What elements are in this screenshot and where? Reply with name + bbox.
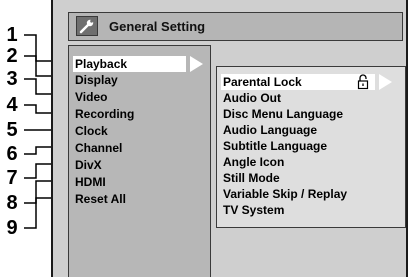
arrow-right-icon — [379, 74, 392, 90]
submenu-item-subtitle-language[interactable]: Subtitle Language — [221, 138, 327, 154]
tv-screen: General Setting Playback Display Video R… — [51, 0, 408, 277]
submenu-item-angle-icon[interactable]: Angle Icon — [221, 154, 284, 170]
callout-5: 5 — [6, 119, 18, 141]
submenu-item-audio-out[interactable]: Audio Out — [221, 90, 281, 106]
menu-item-recording[interactable]: Recording — [73, 106, 134, 122]
callout-4: 4 — [6, 94, 18, 116]
menu-item-playback[interactable]: Playback — [73, 56, 186, 72]
menu-item-divx[interactable]: DivX — [73, 157, 102, 173]
menu-item-hdmi[interactable]: HDMI — [73, 174, 106, 190]
callout-8: 8 — [6, 192, 18, 214]
submenu-item-audio-language[interactable]: Audio Language — [221, 122, 317, 138]
menu-item-clock[interactable]: Clock — [73, 123, 108, 139]
callout-6: 6 — [6, 143, 18, 165]
menu-item-display[interactable]: Display — [73, 72, 118, 88]
menu-item-reset-all[interactable]: Reset All — [73, 191, 126, 207]
submenu: Parental Lock Audio Out Disc Menu Langua… — [216, 66, 406, 228]
main-menu: Playback Display Video Recording Clock C… — [68, 45, 211, 277]
wrench-icon — [76, 16, 98, 36]
callout-3: 3 — [6, 68, 18, 90]
page-title: General Setting — [109, 19, 206, 34]
submenu-item-tv-system[interactable]: TV System — [221, 202, 284, 218]
submenu-item-parental-lock[interactable]: Parental Lock — [221, 74, 375, 90]
menu-item-channel[interactable]: Channel — [73, 140, 122, 156]
submenu-item-still-mode[interactable]: Still Mode — [221, 170, 280, 186]
arrow-right-icon — [190, 56, 203, 72]
title-bar: General Setting — [68, 12, 403, 41]
callout-2: 2 — [6, 45, 18, 67]
callout-7: 7 — [6, 167, 18, 189]
callout-9: 9 — [6, 217, 18, 239]
submenu-item-variable-skip-replay[interactable]: Variable Skip / Replay — [221, 186, 347, 202]
lock-icon — [357, 74, 369, 95]
callout-1: 1 — [6, 24, 18, 46]
submenu-item-disc-menu-language[interactable]: Disc Menu Language — [221, 106, 343, 122]
menu-item-video[interactable]: Video — [73, 89, 107, 105]
